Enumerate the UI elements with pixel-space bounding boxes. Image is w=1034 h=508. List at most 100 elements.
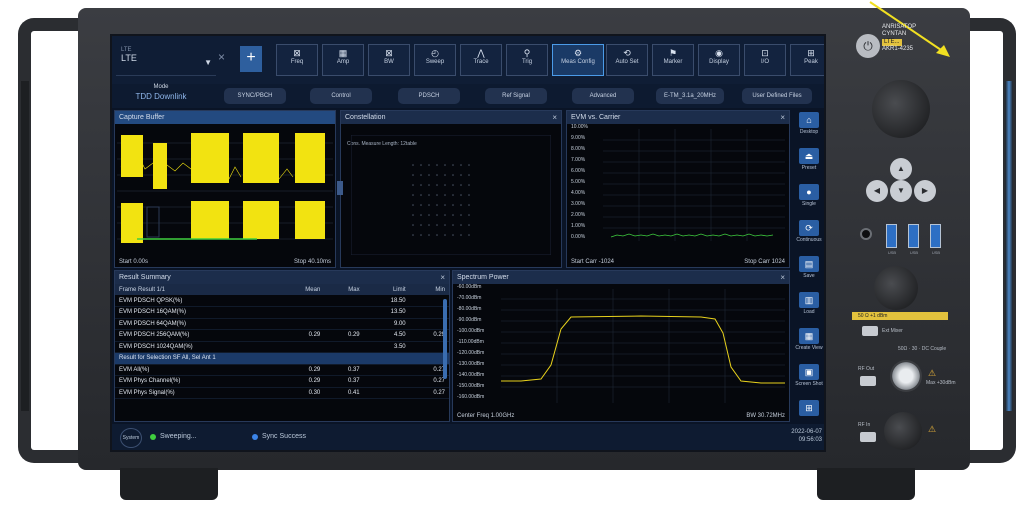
preset-button[interactable]: ⏏ Preset xyxy=(793,146,824,180)
table-cell: EVM PDSCH 64QAM(%) xyxy=(115,318,279,330)
result-summary-panel[interactable]: Result Summary × Frame Result 1/1 Mean Max… xyxy=(114,270,450,422)
power-button[interactable]: ⏻ xyxy=(856,34,880,58)
close-icon[interactable]: × xyxy=(440,271,445,284)
evm-y-axis: 10.00% 9.00% 8.00% 7.00% 6.00% 5.00% 4.00% 3.00… xyxy=(571,124,603,241)
arrow-down-button[interactable]: ▼ xyxy=(890,180,912,202)
headphone-jack[interactable] xyxy=(860,228,872,240)
usb-port[interactable] xyxy=(930,224,941,248)
close-icon[interactable]: × xyxy=(780,271,785,284)
rating-strip: 50 Ω +1 dBm xyxy=(852,312,948,320)
column-header: Mean xyxy=(278,284,325,295)
table-row[interactable]: EVM PDSCH 16QAM(%) 13.50 xyxy=(115,306,449,319)
rf-in-toggle[interactable] xyxy=(860,432,876,442)
evm-vs-carrier-panel[interactable]: EVM vs. Carrier × 10.00% 9.00% 8.00% 7.00% 6… xyxy=(566,110,790,268)
scrollbar[interactable] xyxy=(443,299,447,379)
auto-set-button[interactable]: ⟲ Auto Set xyxy=(606,44,648,76)
arrow-left-button[interactable]: ◀ xyxy=(866,180,888,202)
y-tick-label: -130.00dBm xyxy=(457,361,485,367)
result-summary-title: Result Summary xyxy=(119,274,171,281)
test-model-button[interactable]: E-TM_3.1a_20MHz xyxy=(656,88,724,104)
rotary-knob[interactable] xyxy=(872,80,930,138)
table-cell: EVM Phys Channel(%) xyxy=(115,375,279,388)
toolbar-button-label: Peak xyxy=(804,59,818,65)
table-row[interactable]: EVM All(%) 0.29 0.37 0.27 xyxy=(115,364,449,376)
rf-in-port[interactable] xyxy=(884,412,922,450)
meas-config-button[interactable]: ⚙ Meas Config xyxy=(552,44,604,76)
table-cell: 0.29 xyxy=(278,364,325,376)
table-row[interactable]: EVM PDSCH 64QAM(%) 9.00 xyxy=(115,318,449,330)
advanced-button[interactable]: Advanced xyxy=(572,88,634,104)
bw-button[interactable]: ⊠ BW xyxy=(368,44,410,76)
ref-signal-button[interactable]: Ref Signal xyxy=(485,88,547,104)
table-row[interactable]: EVM PDSCH 1024QAM(%) 3.50 xyxy=(115,341,449,353)
peak-button[interactable]: ⊞ Peak xyxy=(790,44,824,76)
screen-shot-button[interactable]: ▣ Screen Shot xyxy=(793,362,824,396)
system-button[interactable]: System xyxy=(120,428,142,448)
sweep-button[interactable]: ◴ Sweep xyxy=(414,44,456,76)
table-row[interactable]: EVM Phys Signal(%) 0.30 0.41 0.27 xyxy=(115,387,449,399)
pdsch-button[interactable]: PDSCH xyxy=(398,88,460,104)
column-header: Limit xyxy=(363,284,410,295)
arrow-right-button[interactable]: ▶ xyxy=(914,180,936,202)
table-row[interactable]: EVM Phys Channel(%) 0.29 0.37 0.27 xyxy=(115,375,449,388)
close-icon[interactable]: × xyxy=(780,111,785,124)
freq-button[interactable]: ⊠ Freq xyxy=(276,44,318,76)
analyzer-screen: LTE LTE ▼ × + ⊠ Freq ▦ Amp ⊠ BW ◴ Sweep ⋀ Trace ⚲ T… xyxy=(110,34,826,452)
table-cell xyxy=(324,295,364,307)
rf-out-toggle[interactable] xyxy=(860,376,876,386)
sync-pbch-button[interactable]: SYNC/PBCH xyxy=(224,88,286,104)
capture-start-label: Start 0.00s xyxy=(119,259,149,265)
amp-button[interactable]: ▦ Amp xyxy=(322,44,364,76)
usb-port[interactable] xyxy=(908,224,919,248)
save-button[interactable]: ▤ Save xyxy=(793,254,824,288)
table-cell: EVM PDSCH QPSK(%) xyxy=(115,295,279,307)
marker-button[interactable]: ⚑ Marker xyxy=(652,44,694,76)
user-defined-files-button[interactable]: User Defined Files xyxy=(742,88,812,104)
evm-stop-carrier: Stop Carr 1024 xyxy=(744,259,785,265)
toolbar-button-label: Marker xyxy=(663,59,683,65)
y-tick-label: 1.00% xyxy=(571,223,586,229)
add-window-button[interactable]: + xyxy=(240,46,262,72)
section-label: Result for Selection SF All, Sel Ant 1 xyxy=(115,352,449,365)
i-o-button[interactable]: ⊡ I/O xyxy=(744,44,786,76)
table-cell xyxy=(278,341,325,353)
panel-splitter-handle[interactable] xyxy=(337,181,343,195)
toolbar-button-label: Trace xyxy=(473,59,489,65)
capture-buffer-panel[interactable]: Capture Buffer Start 0.00s Stop 40.10ms xyxy=(114,110,336,268)
rf-out-port[interactable] xyxy=(890,360,922,392)
table-cell xyxy=(324,341,364,353)
table-row[interactable]: EVM PDSCH 256QAM(%) 0.29 0.29 4.50 0.29 xyxy=(115,329,449,342)
control-button[interactable]: Control xyxy=(310,88,372,104)
trace-button[interactable]: ⋀ Trace xyxy=(460,44,502,76)
usb-port[interactable] xyxy=(886,224,897,248)
y-tick-label: -140.00dBm xyxy=(457,372,485,378)
y-tick-label: -120.00dBm xyxy=(457,350,485,356)
spectrum-power-panel[interactable]: Spectrum Power × -60.00dBm -70.00dBm -80.0… xyxy=(452,270,790,422)
table-cell: 9.00 xyxy=(363,318,410,330)
standard-select[interactable]: LTE LTE ▼ xyxy=(116,44,216,76)
single-button[interactable]: ● Single xyxy=(793,182,824,216)
display-button[interactable]: ◉ Display xyxy=(698,44,740,76)
load-icon: ▥ xyxy=(799,292,819,308)
table-cell: EVM PDSCH 256QAM(%) xyxy=(115,329,279,342)
spectrum-center-freq: Center Freq 1.00GHz xyxy=(457,413,515,419)
constellation-panel[interactable]: Constellation × Cons. Measure Length: 12… xyxy=(337,110,562,268)
continuous-button[interactable]: ⟳ Continuous xyxy=(793,218,824,252)
table-cell: 0.29 xyxy=(278,329,325,342)
model-badge: LTE... xyxy=(882,39,902,46)
ext-mixer-connector[interactable] xyxy=(862,326,878,336)
trig-button[interactable]: ⚲ Trig xyxy=(506,44,548,76)
table-cell: 0.30 xyxy=(278,387,325,399)
close-icon[interactable]: × xyxy=(218,50,225,64)
rf-out-label: RF Out xyxy=(858,366,875,372)
table-cell xyxy=(278,306,325,319)
table-row[interactable]: EVM PDSCH QPSK(%) 18.50 xyxy=(115,295,449,307)
y-tick-label: 9.00% xyxy=(571,135,586,141)
arrow-up-button[interactable]: ▲ xyxy=(890,158,912,180)
aux-knob[interactable] xyxy=(874,266,918,310)
close-icon[interactable]: × xyxy=(552,111,557,124)
create-view-button[interactable]: ▦ Create View xyxy=(793,326,824,360)
load-button[interactable]: ▥ Load xyxy=(793,290,824,324)
desktop-button[interactable]: ⌂ Desktop xyxy=(793,110,824,144)
mode-select[interactable]: Mode TDD Downlink xyxy=(118,84,204,108)
